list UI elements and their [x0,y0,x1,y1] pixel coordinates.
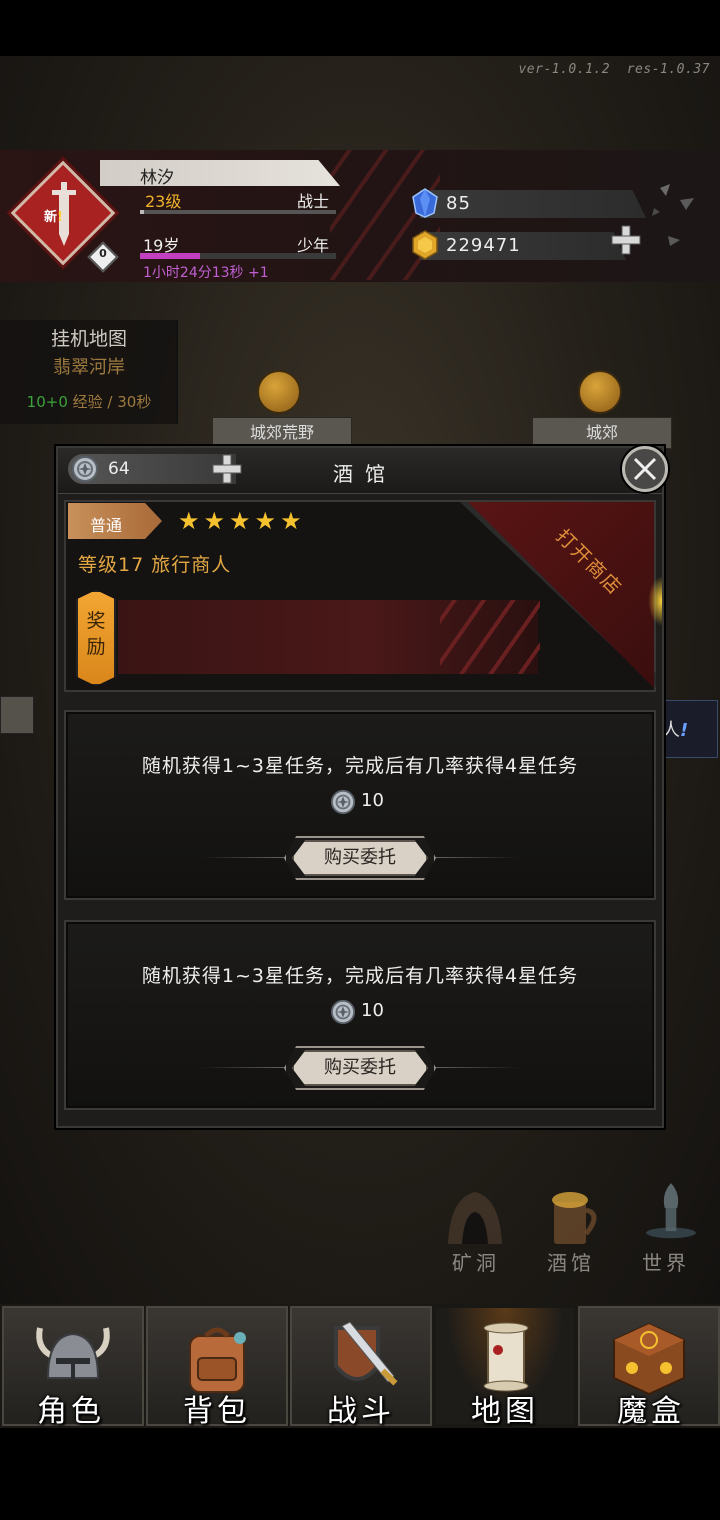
task-description: 随机获得1~3星任务，完成后有几率获得4星任务 [141,965,579,987]
next-arrow-icon[interactable] [648,576,662,626]
gem-count: 85 [446,193,471,214]
side-tab-left[interactable] [0,696,34,734]
merchant-description: 等级17 旅行商人 [78,554,232,576]
side-tab-right-mark: ! [680,720,689,741]
system-nav-area [0,1428,720,1520]
close-button[interactable] [622,446,668,492]
location-label-mine[interactable]: 矿洞 [452,1247,500,1276]
new-badge: 新! [44,210,63,225]
rarity-label: 普通 [90,516,123,535]
idle-map-rate: 10+0 经验 / 30秒 [0,391,178,412]
side-tab-right-label: 人! [662,720,689,741]
player-class: 战士 [297,192,330,211]
add-gold-plus-icon[interactable] [608,222,644,258]
exp-rate: 经验 / 30秒 [67,393,152,411]
gold-count: 229471 [446,235,521,256]
idle-map-place: 翡翠河岸 [53,357,125,378]
version-label: ver-1.0.1.2 res-1.0.37 [518,62,710,77]
exp-gain: 10+0 [26,393,68,411]
corner-shards-decoration [652,184,694,246]
map-node-marker[interactable] [257,370,301,414]
close-icon [633,457,657,481]
task-description: 随机获得1~3星任务，完成后有几率获得4星任务 [141,755,579,777]
version-res: res-1.0.37 [626,62,710,77]
nav-label-battle: 战斗 [327,1394,395,1429]
map-node-label[interactable]: 城郊 [532,417,672,449]
new-badge-mark: ! [57,210,63,225]
star-rating: ★★★★★ [178,507,306,535]
name-plate [100,160,340,186]
level-progress-fill [140,210,144,214]
buy-commission-button[interactable]: 购买委托 [292,840,428,876]
merchant-stripes [440,600,540,674]
tavern-mug-icon[interactable] [538,1184,608,1248]
age-timer: 1小时24分13秒 +1 [143,265,269,281]
gold-hexagon-icon [412,230,438,260]
silver-coin-icon [330,999,356,1025]
location-label-world[interactable]: 世界 [642,1247,690,1276]
dialog-title: 酒馆 [333,462,397,486]
map-node-label[interactable]: 城郊荒野 [212,417,352,449]
mine-icon[interactable] [440,1184,510,1248]
silver-coin-icon [330,789,356,815]
nav-label-map: 地图 [471,1394,539,1429]
nav-label-bag: 背包 [183,1394,251,1429]
buy-commission-button[interactable]: 购买委托 [292,1050,428,1086]
task-cost: 10 [361,790,384,811]
world-statue-icon[interactable] [636,1176,706,1240]
nav-label-role: 角色 [37,1394,105,1429]
task-cost: 10 [361,1000,384,1021]
reward-label: 奖励 [86,610,106,658]
version-ver: ver-1.0.1.2 [518,62,611,77]
idle-map-title: 挂机地图 [50,328,127,350]
emblem-count: 0 [99,247,107,260]
nav-label-box: 魔盒 [617,1394,685,1429]
age-progress-fill [140,253,200,259]
player-name: 林汐 [140,168,174,188]
blue-gem-icon [412,188,438,218]
location-label-tavern[interactable]: 酒馆 [547,1247,595,1276]
map-node-marker[interactable] [578,370,622,414]
status-bar-area [0,0,720,56]
player-level: 23级 [145,192,182,211]
level-progress-bar [140,210,336,214]
